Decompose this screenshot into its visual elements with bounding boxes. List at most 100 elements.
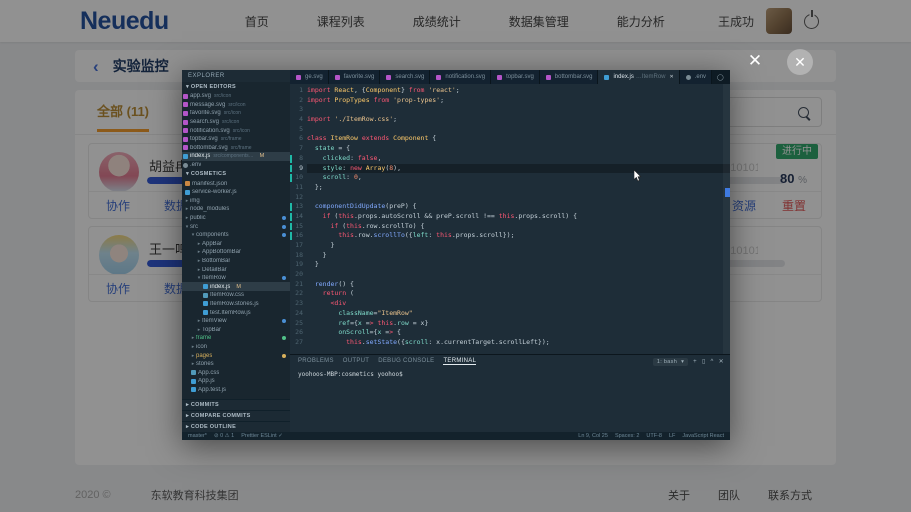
line-number: 8: [290, 154, 307, 164]
terminal-prompt[interactable]: yoohoos-MBP:cosmetics yoohoo$: [290, 368, 730, 378]
status-utf-8[interactable]: UTF-8: [646, 433, 662, 439]
code-line: [307, 125, 730, 135]
tree-item-AppBottomBar[interactable]: ▸AppBottomBar: [182, 248, 290, 257]
editor-tab-search.svg[interactable]: search.svg: [380, 70, 430, 84]
editor-tab-bottombar.svg[interactable]: bottombar.svg: [540, 70, 599, 84]
panel-tab-terminal[interactable]: TERMINAL: [443, 358, 476, 365]
line-number: 17: [290, 241, 307, 251]
code-line: [307, 105, 730, 115]
tree-item-pages[interactable]: ▸pages: [182, 351, 290, 360]
git-modified-badge: M: [260, 153, 265, 159]
open-editor-meta: src/icon: [228, 102, 245, 108]
js-file-icon: [185, 190, 190, 195]
close-icon[interactable]: ✕: [744, 50, 766, 72]
code-line: class ItemRow extends Component {: [307, 134, 730, 144]
js-file-icon: [203, 301, 208, 306]
project-header[interactable]: ▾ COSMETICS: [182, 169, 290, 179]
modified-dot: [282, 319, 286, 323]
tree-label: BottomBar: [202, 258, 230, 264]
line-number: 11: [290, 183, 307, 193]
open-editor-topbar.svg[interactable]: topbar.svgsrc/frame: [182, 135, 290, 144]
split-editor-icon[interactable]: ❘❘: [728, 74, 730, 81]
tab-sub-label: …ItemRow: [636, 74, 666, 80]
status-master*[interactable]: master*: [188, 433, 207, 439]
tree-item-App.css[interactable]: App.css: [182, 368, 290, 377]
open-editors-header[interactable]: ▾ OPEN EDITORS: [182, 82, 290, 92]
panel-tab-debug-console[interactable]: DEBUG CONSOLE: [378, 358, 434, 365]
maximize-panel-icon[interactable]: ^: [711, 359, 714, 365]
open-editor-notification.svg[interactable]: notification.svgsrc/icon: [182, 126, 290, 135]
panel-tab-problems[interactable]: PROBLEMS: [298, 358, 334, 365]
close-circle-icon[interactable]: ✕: [787, 49, 813, 75]
open-editor-search.svg[interactable]: search.svgsrc/icon: [182, 118, 290, 127]
tree-item-icon[interactable]: ▸icon: [182, 343, 290, 352]
open-changes-icon[interactable]: ◯: [717, 74, 724, 81]
tree-item-App.test.js[interactable]: App.test.js: [182, 386, 290, 395]
code-line: };: [307, 183, 730, 193]
modified-dot: [282, 216, 286, 220]
tree-item-components[interactable]: ▾components: [182, 231, 290, 240]
line-number: 23: [290, 299, 307, 309]
editor-actions: ◯❘❘⋯: [712, 70, 730, 84]
tree-item-AppBar[interactable]: ▸AppBar: [182, 240, 290, 249]
tree-item-DetailBar[interactable]: ▸DetailBar: [182, 265, 290, 274]
tree-item-service-worker.js[interactable]: service-worker.js: [182, 188, 290, 197]
tree-item-ItemView[interactable]: ▸ItemView: [182, 317, 290, 326]
status-javascript[interactable]: JavaScript React: [682, 433, 724, 439]
editor-tab-notification.svg[interactable]: notification.svg: [430, 70, 491, 84]
tree-item-ItemRow.css[interactable]: ItemRow.css: [182, 291, 290, 300]
status-ln[interactable]: Ln 9, Col 25: [578, 433, 608, 439]
close-panel-icon[interactable]: ✕: [719, 358, 724, 365]
open-editor-app.svg[interactable]: app.svgsrc/icon: [182, 92, 290, 101]
section-code-outline[interactable]: ▸ CODE OUTLINE: [182, 421, 290, 432]
tree-item-stories[interactable]: ▸stories: [182, 360, 290, 369]
open-editors-list: app.svgsrc/iconmessage.svgsrc/iconfavori…: [182, 92, 290, 169]
terminal-panel: PROBLEMS OUTPUT DEBUG CONSOLE TERMINAL 1: b…: [290, 354, 730, 432]
open-editor-label: favorite.svg: [190, 110, 221, 116]
svg-file-icon: [183, 111, 188, 116]
code-line: import React, {Component} from 'react';: [307, 86, 730, 96]
line-number: 14: [290, 212, 307, 222]
panel-tab-output[interactable]: OUTPUT: [343, 358, 369, 365]
tree-item-TopBar[interactable]: ▸TopBar: [182, 325, 290, 334]
tree-item-BottomBar[interactable]: ▸BottomBar: [182, 257, 290, 266]
tree-item-node_modules[interactable]: ▸node_modules: [182, 205, 290, 214]
open-editor-favorite.svg[interactable]: favorite.svgsrc/icon: [182, 109, 290, 118]
code-editor[interactable]: 1234567891011121314151617181920212223242…: [290, 84, 730, 354]
status-spaces[interactable]: Spaces: 2: [615, 433, 639, 439]
kill-terminal-icon[interactable]: ▯: [702, 358, 706, 365]
tree-item-public[interactable]: ▸public: [182, 214, 290, 223]
tree-item-manifest.json[interactable]: manifest.json: [182, 179, 290, 188]
minimap[interactable]: [723, 84, 730, 354]
status-⊘[interactable]: ⊘ 0 ⚠ 1: [214, 433, 234, 439]
tree-item-ItemRow[interactable]: ▾ItemRow: [182, 274, 290, 283]
js-file-icon: [183, 154, 188, 159]
tree-item-ItemRow.stories.js[interactable]: ItemRow.stories.js: [182, 300, 290, 309]
open-editor-message.svg[interactable]: message.svgsrc/icon: [182, 101, 290, 110]
tree-item-img[interactable]: ▸img: [182, 197, 290, 206]
new-terminal-icon[interactable]: +: [693, 359, 697, 365]
open-editor-.env[interactable]: .env: [182, 161, 290, 170]
editor-tab-ge.svg[interactable]: ge.svg: [290, 70, 329, 84]
section-commits[interactable]: ▸ COMMITS: [182, 399, 290, 410]
status-lf[interactable]: LF: [669, 433, 675, 439]
tree-item-test.ItemRow.js[interactable]: test.ItemRow.js: [182, 308, 290, 317]
editor-tab-.env[interactable]: .env: [680, 70, 712, 84]
tree-item-index.js[interactable]: index.jsM: [182, 282, 290, 291]
open-editor-index.js[interactable]: index.jssrc/components…M: [182, 152, 290, 161]
tree-item-src[interactable]: ▾src: [182, 222, 290, 231]
section-compare-commits[interactable]: ▸ COMPARE COMMITS: [182, 410, 290, 421]
editor-tab-topbar.svg[interactable]: topbar.svg: [491, 70, 540, 84]
editor-tab-favorite.svg[interactable]: favorite.svg: [329, 70, 381, 84]
tree-item-App.js[interactable]: App.js: [182, 377, 290, 386]
tab-label: search.svg: [395, 74, 424, 80]
tree-label: pages: [196, 353, 212, 359]
tree-label: ItemView: [202, 318, 227, 324]
env-file-icon: [183, 163, 188, 168]
open-editor-meta: src/components…: [213, 153, 253, 159]
tree-item-frame[interactable]: ▸frame: [182, 334, 290, 343]
open-editor-bottombar.svg[interactable]: bottombar.svgsrc/frame: [182, 144, 290, 153]
editor-tab-index.js[interactable]: index.js…ItemRow✕: [598, 70, 679, 84]
status-prettier[interactable]: Prettier ESLint ✓: [241, 433, 283, 439]
shell-select[interactable]: 1: bash▾: [653, 358, 688, 366]
